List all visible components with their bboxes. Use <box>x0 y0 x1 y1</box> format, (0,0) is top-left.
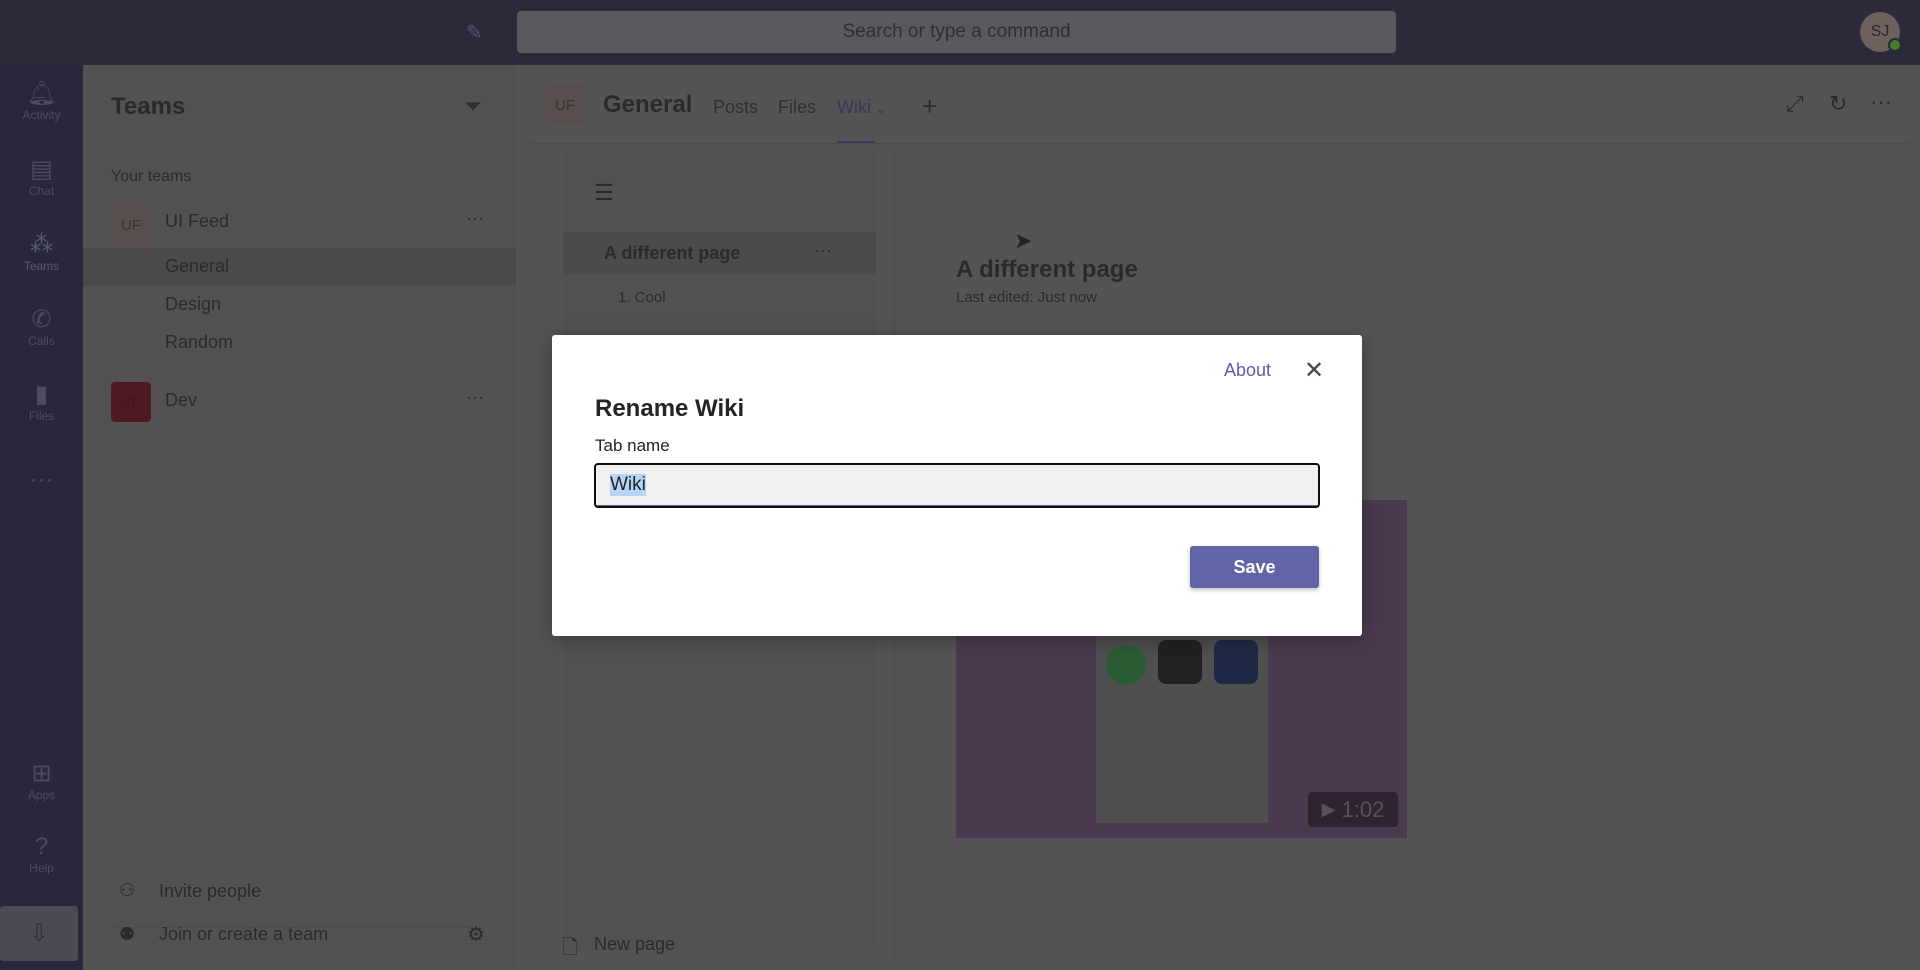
rail-more[interactable]: ··· <box>0 466 83 494</box>
settings-icon[interactable]: ⚙ <box>467 922 485 947</box>
tab-name-label: Tab name <box>595 436 670 455</box>
wiki-section[interactable]: 1. Cool <box>618 289 666 306</box>
channel-selected <box>83 248 516 286</box>
chat-icon: ▤ <box>30 156 53 183</box>
rail-label: Chat <box>28 184 55 198</box>
add-tab-icon[interactable]: + <box>922 91 937 122</box>
team-name[interactable]: Dev <box>165 390 197 411</box>
last-edited: Last edited: Just now <box>956 289 1097 306</box>
panel-title: Teams <box>111 93 186 120</box>
filter-icon[interactable]: ⏷ <box>464 93 482 119</box>
rail-help[interactable]: ? Help <box>0 833 83 875</box>
invite-icon: ⚇ <box>119 880 136 900</box>
mouse-cursor-icon: ➤ <box>1014 228 1033 253</box>
disney-icon <box>1214 640 1258 684</box>
help-icon: ? <box>34 833 49 860</box>
page-more-icon[interactable]: ··· <box>814 240 832 261</box>
download-icon: ⇩ <box>28 920 50 947</box>
channel-title: General <box>603 91 693 118</box>
new-page-icon: 🗋︎ <box>562 937 579 959</box>
refresh-icon[interactable]: ↻ <box>1829 91 1847 117</box>
download-button[interactable]: ⇩ <box>0 906 78 961</box>
more-icon: ··· <box>29 466 54 493</box>
spotify-icon <box>1106 645 1146 685</box>
channel-design[interactable]: Design <box>165 294 221 315</box>
teams-icon: ⁂ <box>29 231 54 258</box>
tab-name-input[interactable] <box>594 463 1320 508</box>
file-icon: ▮ <box>34 381 49 408</box>
team-more-icon[interactable]: ··· <box>466 387 484 408</box>
team-more-icon[interactable]: ··· <box>466 208 484 229</box>
play-icon: ▶ <box>1321 799 1336 819</box>
channel-general[interactable]: General <box>165 256 229 277</box>
more-options-icon[interactable]: ··· <box>1870 89 1892 115</box>
rail-label: Calls <box>28 334 55 348</box>
invite-people[interactable]: Invite people <box>159 881 261 902</box>
phone-icon: ✆ <box>31 306 52 333</box>
section-label: Your teams <box>111 168 192 185</box>
video-duration[interactable]: ▶ 1:02 <box>1308 792 1398 827</box>
rail-teams[interactable]: ⁂ Teams <box>0 231 83 273</box>
tab-label: Wiki <box>837 97 871 117</box>
wiki-page-heading: A different page <box>956 256 1138 283</box>
netflix-icon <box>1158 640 1202 684</box>
rail-label: Files <box>28 409 55 423</box>
save-button[interactable]: Save <box>1190 546 1319 588</box>
close-icon[interactable]: ✕ <box>1304 356 1324 385</box>
channel-badge: UF <box>545 85 585 125</box>
team-badge: UF <box>111 205 151 245</box>
tab-files[interactable]: Files <box>778 97 816 118</box>
tab-wiki[interactable]: Wiki ⌄ <box>837 97 886 118</box>
expand-icon[interactable]: ⤢ <box>1786 91 1804 117</box>
search-input[interactable]: Search or type a command <box>517 11 1396 53</box>
rail-activity[interactable]: 🔔︎ Activity <box>0 80 83 122</box>
hamburger-icon[interactable]: ☰ <box>594 180 614 206</box>
rename-wiki-dialog: About ✕ Rename Wiki Tab name Save <box>552 335 1362 636</box>
apps-icon: ⊞ <box>31 760 52 787</box>
team-badge: D <box>111 382 151 422</box>
teams-panel: Teams ⏷ Your teams UF UI Feed ··· Genera… <box>83 65 516 970</box>
join-create-team[interactable]: Join or create a team <box>159 924 328 945</box>
header-divider <box>530 143 1910 144</box>
join-team-icon: ⚉ <box>119 924 136 944</box>
rail-files[interactable]: ▮ Files <box>0 381 83 423</box>
dialog-title: Rename Wiki <box>595 395 745 422</box>
wiki-page-title[interactable]: A different page <box>604 243 740 264</box>
rail-label: Teams <box>23 259 60 273</box>
channel-random[interactable]: Random <box>165 332 233 353</box>
rail-label: Help <box>29 861 54 875</box>
bell-icon: 🔔︎ <box>26 80 57 107</box>
rail-label: Apps <box>27 788 56 802</box>
duration-text: 1:02 <box>1341 796 1385 822</box>
chevron-down-icon: ⌄ <box>876 102 887 116</box>
rail-chat[interactable]: ▤ Chat <box>0 156 83 198</box>
about-link[interactable]: About <box>1224 360 1271 381</box>
rail-apps[interactable]: ⊞ Apps <box>0 760 83 802</box>
tab-posts[interactable]: Posts <box>713 97 758 118</box>
presence-indicator <box>1888 38 1902 52</box>
team-name[interactable]: UI Feed <box>165 211 229 232</box>
rail-label: Activity <box>22 108 61 122</box>
video-preview-image <box>1096 615 1268 823</box>
compose-icon[interactable]: ✎ <box>466 20 490 44</box>
rail-calls[interactable]: ✆ Calls <box>0 306 83 348</box>
new-page-button[interactable]: New page <box>594 934 675 955</box>
